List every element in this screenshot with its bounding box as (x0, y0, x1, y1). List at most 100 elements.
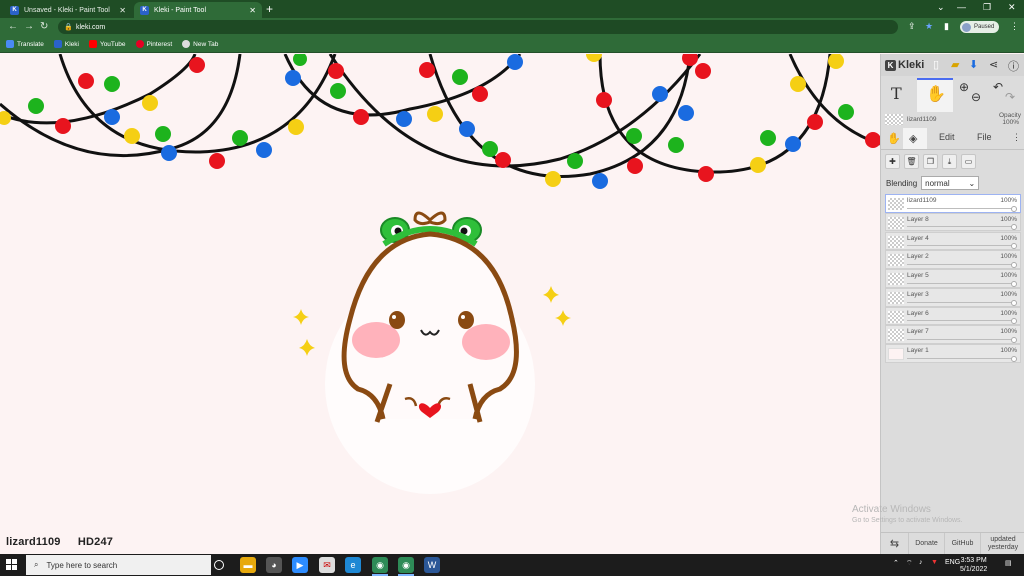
bookmark-translate[interactable]: Translate (6, 40, 44, 48)
merge-layer-icon[interactable]: ⤓ (942, 154, 957, 169)
layer-item[interactable]: Layer 4 100% (885, 231, 1021, 251)
hand-tool-icon[interactable]: ✋ (926, 84, 946, 104)
language-indicator[interactable]: ENG (945, 559, 960, 566)
opacity-slider-handle[interactable] (1011, 243, 1017, 250)
opacity-slider-track[interactable] (907, 282, 1014, 284)
windows-start-icon[interactable] (6, 559, 17, 570)
zoom-icon[interactable]: ▶ (292, 557, 308, 573)
layer-item[interactable]: Layer 7 100% (885, 325, 1021, 345)
donate-link[interactable]: Donate (909, 532, 945, 555)
chrome-menu-icon[interactable]: ⋮ (1010, 21, 1019, 32)
layer-item[interactable]: Layer 5 100% (885, 269, 1021, 288)
opacity-slider-track[interactable] (907, 301, 1014, 303)
help-icon[interactable]: ⓘ (1008, 58, 1019, 74)
new-tab-icon[interactable]: + (266, 2, 273, 16)
taskbar-search[interactable]: ⌕ Type here to search (26, 555, 211, 575)
tray-chevron-icon[interactable]: ⌃ (893, 559, 899, 567)
canvas-artwork (0, 54, 880, 494)
share-icon[interactable]: ⋖ (989, 58, 998, 71)
layer-item[interactable]: lizard1109 100% (885, 194, 1021, 213)
close-tab-icon[interactable]: ✕ (119, 6, 126, 15)
paint-icon[interactable]: ◕ (266, 557, 282, 573)
system-clock[interactable]: 3:53 PM 5/1/2022 (960, 556, 987, 574)
download-icon[interactable]: ⬇ (969, 58, 978, 71)
translate-icon (6, 40, 14, 48)
tab-hand-icon[interactable]: ✋ (887, 132, 901, 145)
share-icon[interactable]: ⇪ (908, 21, 916, 32)
bookmark-new-tab[interactable]: New Tab (182, 40, 218, 48)
address-bar[interactable]: 🔒 kleki.com (58, 20, 898, 34)
tab-search-chevron-icon[interactable]: ⌄ (937, 2, 945, 13)
zoom-out-icon[interactable]: ⊖ (971, 90, 981, 104)
opacity-slider-track[interactable] (907, 320, 1014, 322)
speaker-icon[interactable]: ♪ (919, 559, 923, 566)
duplicate-layer-icon[interactable]: ❐ (923, 154, 938, 169)
word-icon[interactable]: W (424, 557, 440, 573)
profile-button[interactable]: Paused (960, 21, 1000, 33)
github-link[interactable]: GitHub (945, 532, 981, 555)
close-tab-icon[interactable]: ✕ (249, 6, 256, 15)
layer-item[interactable]: Layer 6 100% (885, 306, 1021, 326)
opacity-slider-track[interactable] (907, 339, 1014, 341)
bookmark-label: YouTube (99, 40, 126, 48)
opacity-slider-handle[interactable] (1011, 205, 1017, 212)
opacity-slider-track[interactable] (907, 357, 1014, 359)
undo-icon[interactable]: ↶ (993, 80, 1003, 94)
opacity-slider-handle[interactable] (1011, 299, 1017, 306)
chrome-profile-icon[interactable]: ◉ (398, 557, 414, 573)
current-layer-info: lizard1109 Opacity 100% (881, 112, 1024, 128)
network-icon[interactable]: ⌔ (906, 559, 913, 568)
tab-more-icon[interactable]: ⋮ (1012, 132, 1021, 143)
layer-item[interactable]: Layer 8 100% (885, 212, 1021, 232)
redo-icon[interactable]: ↷ (1005, 90, 1015, 104)
close-window-icon[interactable]: ✕ (1008, 2, 1016, 13)
blending-select[interactable]: normal ⌄ (921, 176, 980, 190)
zoom-in-icon[interactable]: ⊕ (959, 80, 969, 94)
opacity-slider-track[interactable] (907, 226, 1014, 228)
save-icon[interactable]: ▰ (951, 58, 959, 71)
opacity-slider-track[interactable] (907, 207, 1014, 209)
notification-icon[interactable]: ▤ (1005, 559, 1012, 567)
forward-icon[interactable]: → (24, 21, 34, 32)
side-panel-icon[interactable]: ▮ (944, 21, 949, 32)
tab-file[interactable]: File (977, 132, 992, 142)
vivaldi-tray-icon[interactable]: ▼ (931, 559, 938, 566)
restore-icon[interactable]: ❐ (983, 2, 991, 13)
delete-layer-icon[interactable]: 🗑 (904, 154, 919, 169)
file-explorer-icon[interactable]: ▬ (240, 557, 256, 573)
opacity-slider-handle[interactable] (1011, 355, 1017, 362)
opacity-slider-handle[interactable] (1011, 318, 1017, 325)
kleki-logo[interactable]: K Kleki (885, 59, 924, 71)
chrome-icon[interactable]: ◉ (372, 557, 388, 573)
text-tool-icon[interactable]: T (891, 84, 902, 103)
bookmark-kleki[interactable]: Kleki (53, 40, 79, 48)
bookmark-star-icon[interactable]: ★ (925, 21, 933, 32)
browser-tab-kleki[interactable]: K Kleki - Paint Tool ✕ (134, 2, 262, 18)
add-layer-icon[interactable]: ✚ (885, 154, 900, 169)
back-icon[interactable]: ← (8, 21, 18, 32)
new-image-icon[interactable]: ▯ (933, 58, 939, 71)
bookmark-pinterest[interactable]: Pinterest (135, 40, 172, 48)
layer-item[interactable]: Layer 3 100% (885, 287, 1021, 307)
cortana-icon[interactable] (214, 560, 224, 570)
opacity-slider-handle[interactable] (1011, 280, 1017, 287)
opacity-slider-track[interactable] (907, 263, 1014, 265)
layer-rename-icon[interactable]: ▭ (961, 154, 976, 169)
opacity-slider-handle[interactable] (1011, 337, 1017, 344)
minimize-icon[interactable]: — (957, 2, 966, 12)
layer-item[interactable]: Layer 2 100% (885, 250, 1021, 269)
drawing-canvas[interactable]: lizard1109 HD247 (0, 54, 880, 554)
layer-thumbnail (888, 235, 904, 248)
opacity-slider-handle[interactable] (1011, 224, 1017, 231)
opacity-slider-handle[interactable] (1011, 261, 1017, 268)
browser-tab-unsaved[interactable]: K Unsaved - Kleki - Paint Tool ✕ (4, 2, 132, 18)
opacity-slider-track[interactable] (907, 245, 1014, 247)
reload-icon[interactable]: ↻ (40, 21, 48, 32)
tab-layers-icon[interactable]: ◈ (909, 132, 917, 145)
swap-side-icon[interactable]: ⇆ (881, 532, 909, 555)
bookmark-youtube[interactable]: YouTube (88, 40, 126, 48)
layer-item[interactable]: Layer 1 100% (885, 344, 1021, 363)
tab-edit[interactable]: Edit (939, 132, 955, 142)
edge-icon[interactable]: e (345, 557, 361, 573)
mail-icon[interactable]: ✉ (319, 557, 335, 573)
